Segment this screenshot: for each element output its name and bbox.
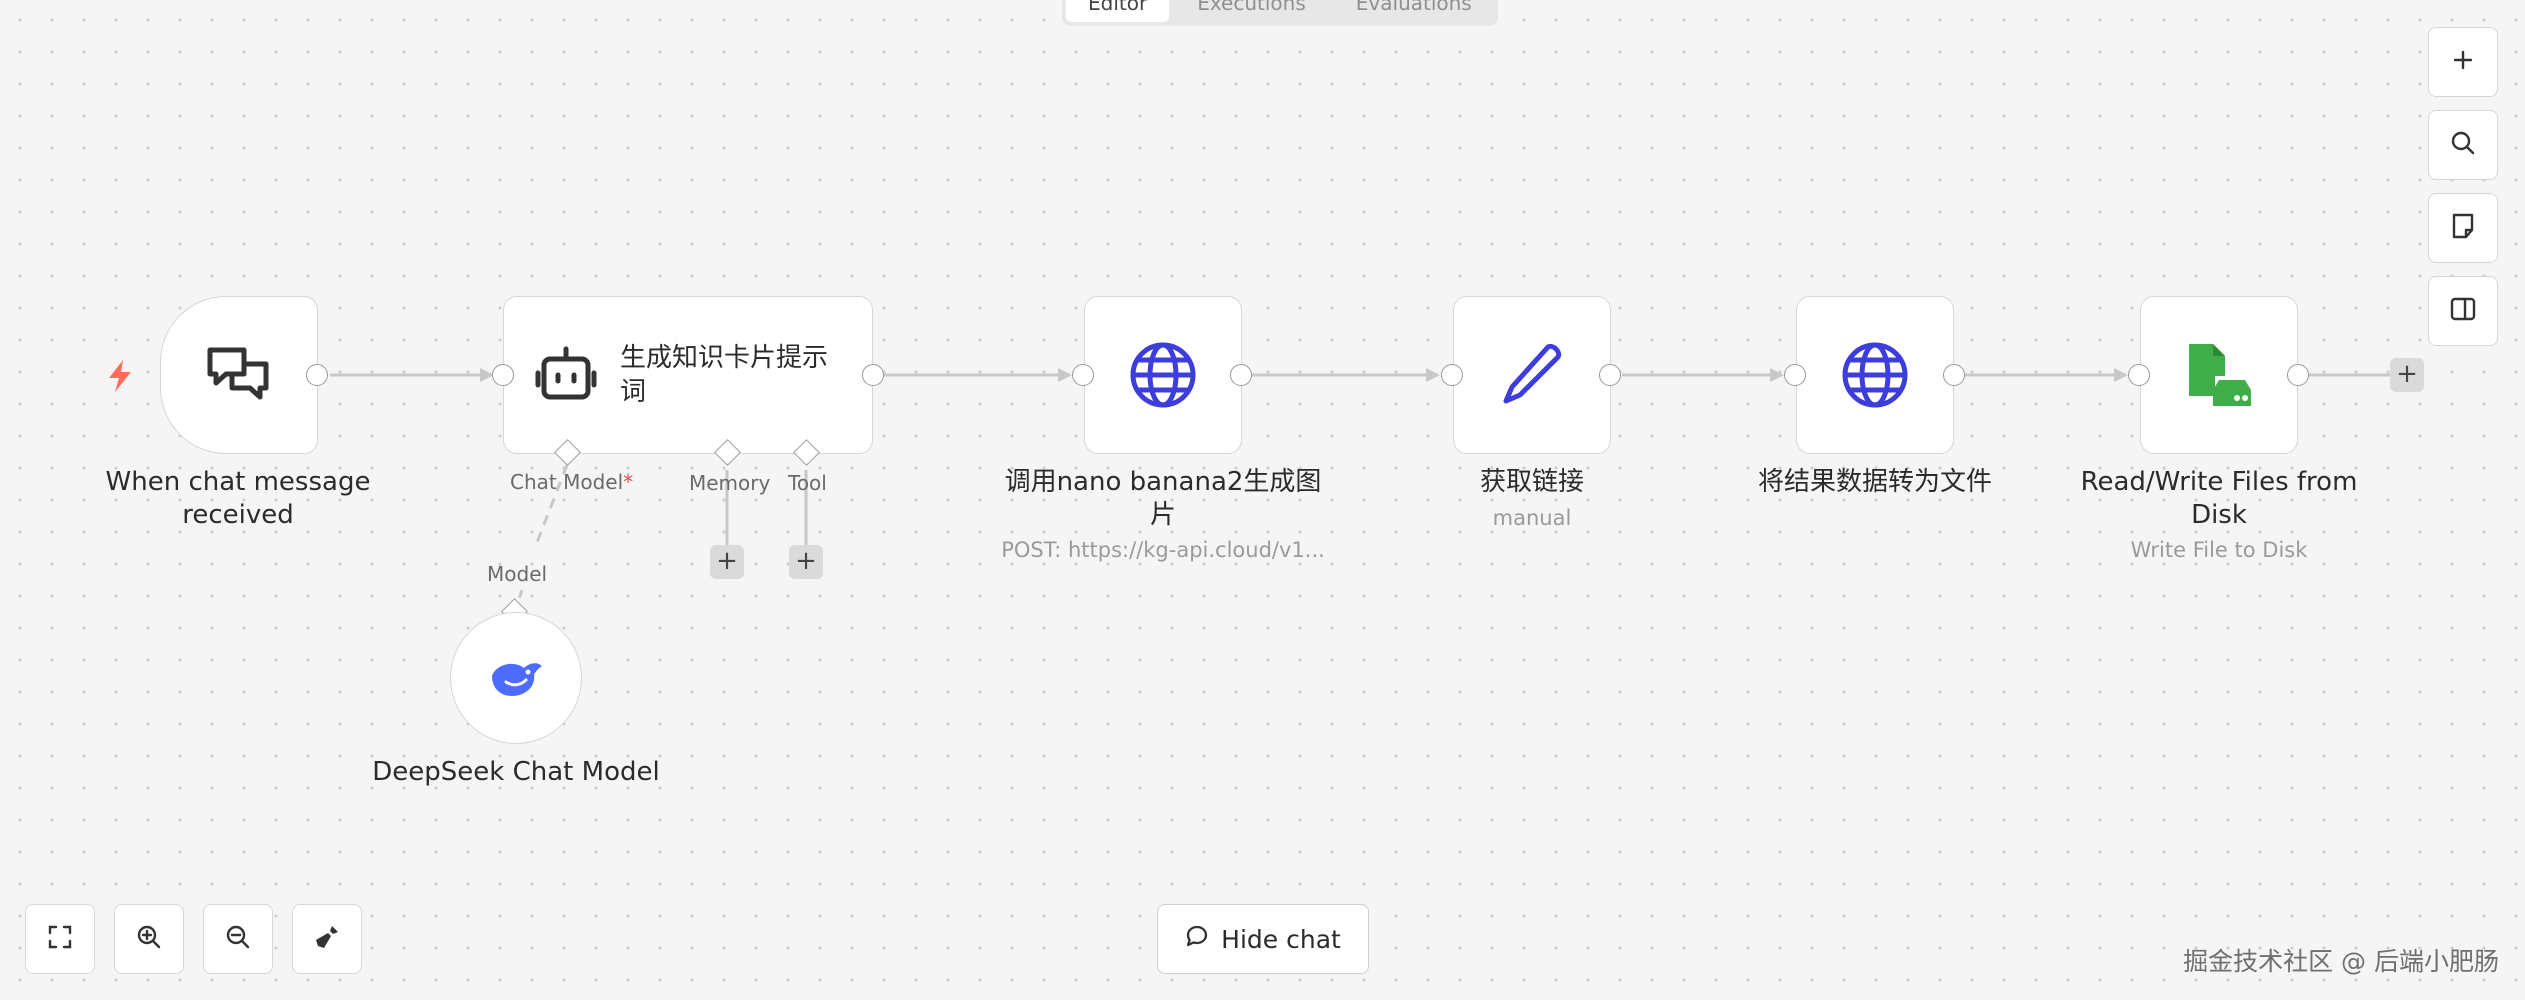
input-port[interactable] bbox=[1784, 364, 1806, 386]
output-port[interactable] bbox=[1599, 364, 1621, 386]
memory-slot-label: Memory bbox=[689, 471, 771, 495]
zoom-out-button[interactable] bbox=[203, 904, 273, 974]
hide-chat-button[interactable]: Hide chat bbox=[1157, 904, 1369, 974]
input-port[interactable] bbox=[492, 364, 514, 386]
chat-model-slot-label: Chat Model* bbox=[510, 470, 634, 494]
chat-bubble-icon bbox=[1185, 924, 1209, 954]
add-node-button[interactable]: + bbox=[2390, 358, 2424, 392]
node-http-request-1-title: 调用nano banana2生成图片 bbox=[1004, 467, 1322, 530]
output-port[interactable] bbox=[1943, 364, 1965, 386]
tab-executions[interactable]: Executions bbox=[1175, 0, 1328, 22]
zoom-plus-icon bbox=[2451, 48, 2475, 76]
search-nodes-button[interactable] bbox=[2428, 110, 2498, 180]
node-set-link-subtitle: manual bbox=[1492, 506, 1572, 530]
zoom-in-icon bbox=[136, 924, 162, 954]
node-http-request-2-title: 将结果数据转为文件 bbox=[1757, 467, 1992, 497]
panel-icon bbox=[2450, 297, 2476, 325]
output-port[interactable] bbox=[1230, 364, 1252, 386]
zoom-in-button[interactable] bbox=[114, 904, 184, 974]
tool-slot-label: Tool bbox=[788, 471, 827, 495]
tab-editor[interactable]: Editor bbox=[1066, 0, 1170, 22]
output-port[interactable] bbox=[862, 364, 884, 386]
node-set-link-title: 获取链接 bbox=[1479, 467, 1584, 497]
node-read-write-files-title: Read/Write Files from Disk bbox=[2080, 467, 2358, 530]
tidy-up-button[interactable] bbox=[292, 904, 362, 974]
input-port[interactable] bbox=[1072, 364, 1094, 386]
workflow-canvas[interactable]: Editor Executions Evaluations When chat … bbox=[0, 0, 2525, 1000]
fit-view-button[interactable] bbox=[25, 904, 95, 974]
tab-evaluations[interactable]: Evaluations bbox=[1334, 0, 1494, 22]
node-http-request-2[interactable] bbox=[1796, 296, 1954, 454]
output-port[interactable] bbox=[2287, 364, 2309, 386]
add-sticky-note-button[interactable] bbox=[2428, 193, 2498, 263]
fit-view-icon bbox=[47, 924, 73, 954]
trigger-bolt-icon bbox=[109, 360, 131, 392]
globe-icon bbox=[1841, 341, 1909, 409]
node-http-request-1-subtitle: POST: https://kg-api.cloud/v1... bbox=[1001, 538, 1325, 562]
zoom-out-icon bbox=[225, 924, 251, 954]
node-deepseek[interactable] bbox=[450, 612, 582, 744]
node-deepseek-title: DeepSeek Chat Model bbox=[372, 757, 660, 787]
node-chat-trigger-title: When chat message received bbox=[105, 467, 371, 530]
search-icon bbox=[2450, 130, 2476, 160]
sticky-note-icon bbox=[2451, 213, 2475, 243]
chat-bubbles-icon bbox=[206, 344, 272, 406]
tidy-up-icon bbox=[314, 924, 340, 954]
node-read-write-files-subtitle: Write File to Disk bbox=[2130, 538, 2308, 562]
add-node-panel-button[interactable] bbox=[2428, 27, 2498, 97]
robot-icon bbox=[534, 345, 598, 405]
deepseek-whale-icon bbox=[488, 656, 544, 700]
input-port[interactable] bbox=[1441, 364, 1463, 386]
globe-icon bbox=[1129, 341, 1197, 409]
file-disk-icon bbox=[2185, 340, 2253, 410]
add-memory-button[interactable]: + bbox=[710, 545, 744, 579]
toggle-panel-button[interactable] bbox=[2428, 276, 2498, 346]
node-http-request-1[interactable] bbox=[1084, 296, 1242, 454]
node-chat-trigger[interactable] bbox=[160, 296, 318, 454]
node-agent[interactable]: 生成知识卡片提示词 bbox=[503, 296, 873, 454]
output-port[interactable] bbox=[306, 364, 328, 386]
view-tabs: Editor Executions Evaluations bbox=[1062, 0, 1498, 26]
watermark: 掘金技术社区 @ 后端小肥肠 bbox=[2183, 947, 2499, 976]
add-tool-button[interactable]: + bbox=[789, 545, 823, 579]
hide-chat-label: Hide chat bbox=[1221, 924, 1341, 954]
node-agent-title: 生成知识卡片提示词 bbox=[620, 343, 829, 407]
node-set-link[interactable] bbox=[1453, 296, 1611, 454]
pen-icon bbox=[1498, 341, 1566, 409]
model-connection-label: Model bbox=[487, 562, 548, 586]
input-port[interactable] bbox=[2128, 364, 2150, 386]
node-read-write-files[interactable] bbox=[2140, 296, 2298, 454]
